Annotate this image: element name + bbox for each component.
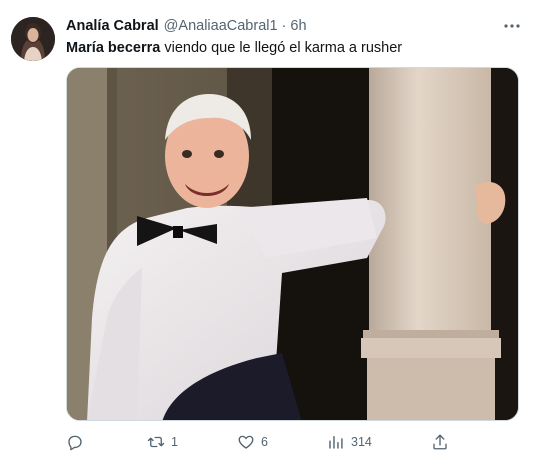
reply-icon	[68, 435, 82, 451]
tweet-header: Analía Cabral @AnaliaaCabral1 · 6h	[66, 16, 307, 36]
tweet-text: María becerra viendo que le llegó el kar…	[66, 38, 402, 58]
like-count: 6	[261, 435, 268, 449]
avatar-image	[11, 17, 55, 61]
avatar[interactable]	[11, 17, 55, 61]
more-icon	[504, 24, 520, 28]
timestamp[interactable]: 6h	[290, 18, 306, 34]
user-handle[interactable]: @AnaliaaCabral1	[164, 18, 278, 34]
media-illustration	[67, 68, 518, 420]
tweet[interactable]: Analía Cabral @AnaliaaCabral1 · 6h María…	[0, 0, 543, 459]
like-button[interactable]: 6	[237, 430, 268, 454]
retweet-count: 1	[171, 435, 178, 449]
tweet-media-image[interactable]	[66, 67, 519, 421]
tweet-text-rest: viendo que le llegó el karma a rusher	[160, 40, 403, 56]
tweet-text-bold: María becerra	[66, 40, 161, 56]
display-name[interactable]: Analía Cabral	[66, 18, 159, 34]
more-button[interactable]	[501, 18, 523, 34]
retweet-button[interactable]: 1	[147, 430, 178, 454]
views-button[interactable]: 314	[327, 430, 372, 454]
views-icon	[329, 436, 343, 449]
retweet-icon	[147, 436, 165, 448]
reply-button[interactable]	[66, 430, 90, 454]
heart-icon	[238, 435, 254, 449]
action-bar: 1 6 314	[66, 430, 456, 454]
views-count: 314	[351, 435, 372, 449]
separator-dot: ·	[281, 18, 287, 34]
share-icon	[433, 434, 447, 450]
share-button[interactable]	[431, 430, 449, 454]
